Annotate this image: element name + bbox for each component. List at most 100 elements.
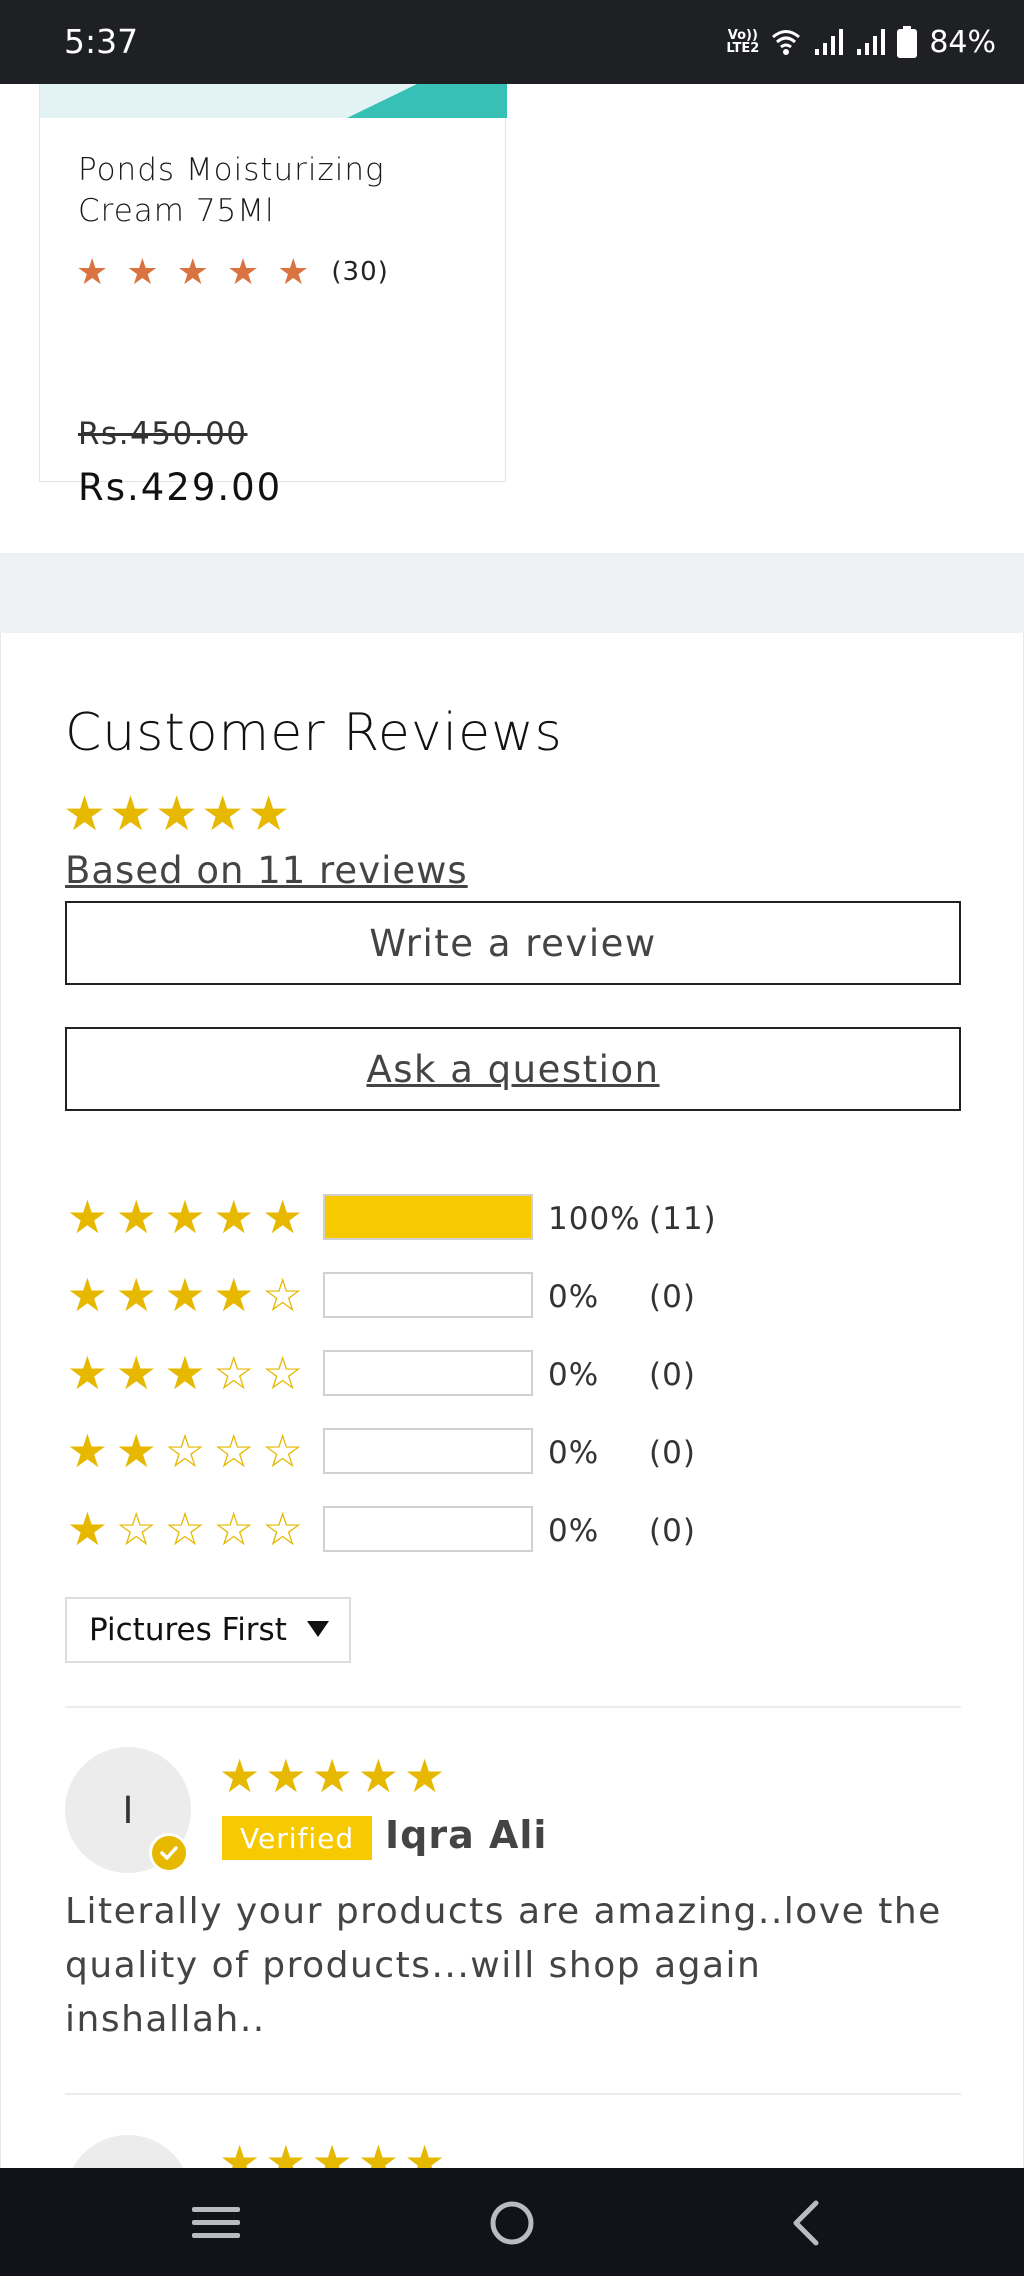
histogram-stars: ★ ☆ ☆ ☆ ☆ [63, 1506, 307, 1552]
star-icon: ★ [261, 1191, 304, 1243]
verified-badge: Verified [222, 1816, 373, 1860]
volte-icon: Vo)) LTE2 [726, 28, 760, 56]
star-outline-icon: ☆ [261, 1503, 304, 1555]
star-icon: ★ [176, 251, 209, 292]
star-icon: ★ [164, 1347, 206, 1399]
home-icon [490, 2201, 534, 2245]
menu-icon [192, 2207, 240, 2238]
based-on-reviews-link[interactable]: Based on 11 reviews [65, 849, 468, 892]
battery-percent: 84% [929, 24, 996, 60]
star-outline-icon: ☆ [261, 1347, 304, 1399]
signal-icon [857, 29, 886, 55]
product-image[interactable] [40, 84, 507, 118]
star-icon: ★ [201, 788, 245, 841]
star-icon: ★ [66, 1191, 109, 1243]
histogram-bar [323, 1350, 533, 1396]
old-price: Rs.450.00 [78, 416, 248, 452]
back-button[interactable] [756, 2188, 856, 2258]
review-stars: ★ ★ ★ ★ ★ [219, 1753, 450, 1799]
histogram-row-4-star[interactable]: ★ ★ ★ ★ ☆ 0% (0) [63, 1271, 963, 1319]
histogram-count: (0) [649, 1357, 696, 1393]
star-outline-icon: ☆ [115, 1503, 157, 1555]
recent-apps-button[interactable] [166, 2188, 266, 2258]
star-icon: ★ [155, 788, 199, 841]
histogram-count: (11) [649, 1201, 717, 1237]
status-bar: 5:37 Vo)) LTE2 84% [0, 0, 1024, 84]
star-icon: ★ [115, 1191, 157, 1243]
histogram-count: (0) [649, 1435, 696, 1471]
reviews-title: Customer Reviews [65, 703, 563, 763]
status-icons: Vo)) LTE2 84% [726, 22, 996, 62]
histogram-row-3-star[interactable]: ★ ★ ★ ☆ ☆ 0% (0) [63, 1349, 963, 1397]
star-icon: ★ [357, 1750, 399, 1802]
star-icon: ★ [109, 788, 153, 841]
histogram-row-5-star[interactable]: ★ ★ ★ ★ ★ 100% (11) [63, 1193, 963, 1241]
histogram-bar-fill [325, 1196, 531, 1238]
histogram-percent: 0% [548, 1435, 600, 1471]
write-review-button[interactable]: Write a review [65, 901, 961, 985]
product-name[interactable]: Ponds Moisturizing Cream 75Ml [78, 150, 478, 232]
histogram-bar [323, 1272, 533, 1318]
sale-price: Rs.429.00 [78, 466, 283, 509]
sort-selected-label: Pictures First [89, 1612, 287, 1648]
divider [65, 1706, 961, 1708]
star-outline-icon: ☆ [213, 1503, 255, 1555]
star-icon: ★ [66, 1347, 109, 1399]
ask-question-label: Ask a question [366, 1047, 660, 1091]
ask-question-button[interactable]: Ask a question [65, 1027, 961, 1111]
rating-count: (30) [331, 257, 389, 287]
star-outline-icon: ☆ [164, 1425, 206, 1477]
reviews-section: Customer Reviews ★ ★ ★ ★ ★ Based on 11 r… [0, 633, 1024, 2261]
histogram-count: (0) [649, 1279, 696, 1315]
product-card[interactable]: Ponds Moisturizing Cream 75Ml ★ ★ ★ ★ ★ … [39, 84, 507, 509]
signal-icon [815, 29, 844, 55]
star-icon: ★ [76, 251, 109, 292]
star-outline-icon: ☆ [213, 1425, 255, 1477]
histogram-bar [323, 1194, 533, 1240]
star-icon: ★ [265, 1750, 307, 1802]
star-icon: ★ [247, 788, 291, 841]
verified-check-icon [149, 1833, 189, 1873]
back-icon [793, 2200, 819, 2246]
avatar-initial: I [122, 1788, 134, 1832]
star-icon: ★ [115, 1347, 157, 1399]
histogram-bar [323, 1506, 533, 1552]
home-button[interactable] [462, 2188, 562, 2258]
section-separator [0, 553, 1024, 633]
star-outline-icon: ☆ [164, 1503, 206, 1555]
histogram-percent: 100% [548, 1201, 641, 1237]
star-icon: ★ [66, 1269, 109, 1321]
histogram-stars: ★ ★ ☆ ☆ ☆ [63, 1428, 307, 1474]
star-outline-icon: ☆ [261, 1425, 304, 1477]
histogram-row-2-star[interactable]: ★ ★ ☆ ☆ ☆ 0% (0) [63, 1427, 963, 1475]
histogram-bar [323, 1428, 533, 1474]
battery-icon [897, 26, 918, 58]
star-icon: ★ [164, 1191, 206, 1243]
star-icon: ★ [226, 251, 260, 292]
star-icon: ★ [115, 1269, 157, 1321]
histogram-percent: 0% [548, 1513, 600, 1549]
review-body: Literally your products are amazing..lov… [65, 1891, 942, 2040]
histogram-stars: ★ ★ ★ ☆ ☆ [63, 1350, 307, 1396]
star-outline-icon: ☆ [213, 1347, 255, 1399]
star-icon: ★ [213, 1269, 255, 1321]
star-icon: ★ [213, 1191, 255, 1243]
star-icon: ★ [63, 788, 107, 841]
star-icon: ★ [164, 1269, 206, 1321]
histogram-row-1-star[interactable]: ★ ☆ ☆ ☆ ☆ 0% (0) [63, 1505, 963, 1553]
histogram-percent: 0% [548, 1357, 600, 1393]
star-icon: ★ [126, 251, 159, 292]
product-rating: ★ ★ ★ ★ ★ (30) [76, 254, 389, 290]
star-outline-icon: ☆ [261, 1269, 304, 1321]
star-icon: ★ [404, 1750, 446, 1802]
star-icon: ★ [277, 251, 310, 292]
histogram-percent: 0% [548, 1279, 600, 1315]
average-rating-stars: ★ ★ ★ ★ ★ [63, 791, 293, 839]
star-icon: ★ [66, 1425, 109, 1477]
reviewer-name: Iqra Ali [385, 1813, 548, 1857]
star-icon: ★ [311, 1750, 353, 1802]
sort-dropdown[interactable]: Pictures First [65, 1597, 351, 1663]
star-icon: ★ [219, 1750, 261, 1802]
histogram-stars: ★ ★ ★ ★ ☆ [63, 1272, 307, 1318]
divider [65, 2093, 961, 2095]
